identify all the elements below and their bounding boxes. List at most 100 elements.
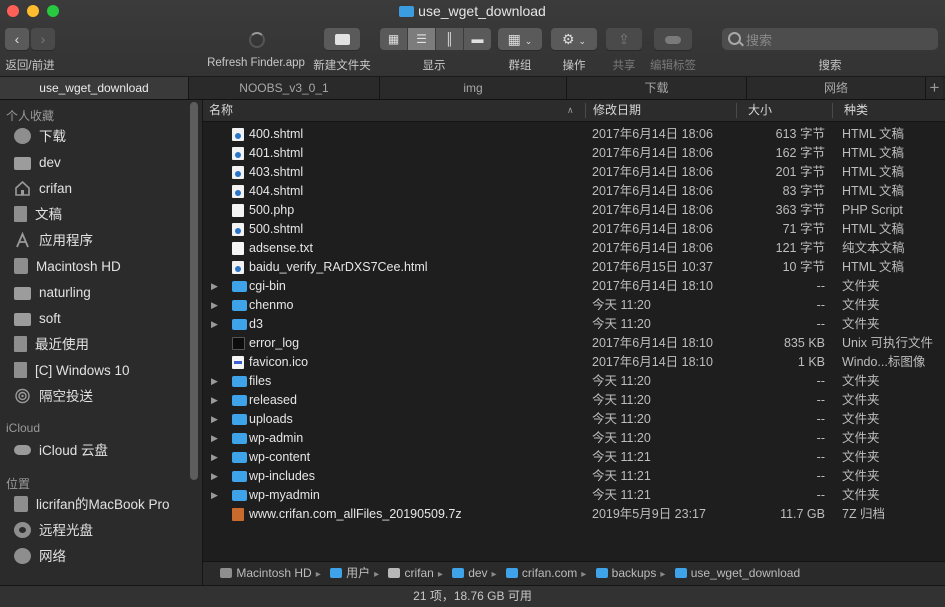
file-kind: Unix 可执行文件	[842, 336, 933, 350]
file-row[interactable]: baidu_verify_RArDXS7Cee.html 2017年6月15日 1…	[203, 258, 945, 277]
folder-icon	[14, 287, 31, 300]
column-view-icon[interactable]: ║	[436, 28, 464, 50]
disclosure-triangle-icon[interactable]: ▶	[211, 467, 221, 486]
folder-row[interactable]: ▶ wp-admin 今天 11:20 -- 文件夹	[203, 429, 945, 448]
folder-row[interactable]: ▶ cgi-bin 2017年6月14日 18:10 -- 文件夹	[203, 277, 945, 296]
file-row[interactable]: 500.shtml 2017年6月14日 18:06 71 字节 HTML 文稿	[203, 220, 945, 239]
path-backups[interactable]: backups	[595, 562, 656, 585]
tab-downloads[interactable]: 下载	[567, 77, 747, 99]
file-kind: HTML 文稿	[842, 127, 905, 141]
edit-tags-button[interactable]	[654, 28, 692, 50]
file-row[interactable]: adsense.txt 2017年6月14日 18:06 121 字节 纯文本文稿	[203, 239, 945, 258]
action-button[interactable]: ⚙ ⌄	[551, 28, 597, 50]
share-button[interactable]: ⇪	[606, 28, 642, 50]
file-row[interactable]: www.crifan.com_allFiles_20190509.7z 2019年…	[203, 505, 945, 524]
sidebar-item-naturling[interactable]: naturling	[14, 281, 91, 305]
column-divider[interactable]	[832, 103, 833, 118]
search-field[interactable]	[722, 28, 938, 50]
tab-noobs[interactable]: NOOBS_v3_0_1	[189, 77, 380, 99]
back-forward-label: 返回/前进	[5, 60, 55, 72]
disclosure-triangle-icon[interactable]: ▶	[211, 296, 221, 315]
share-icon: ⇪	[618, 31, 630, 47]
sidebar-item-remote-disc[interactable]: 远程光盘	[14, 519, 93, 543]
file-row[interactable]: 500.php 2017年6月14日 18:06 363 字节 PHP Script	[203, 201, 945, 220]
file-row[interactable]: error_log 2017年6月14日 18:10 835 KB Unix 可执行文…	[203, 334, 945, 353]
sidebar-item-recents[interactable]: 最近使用	[14, 333, 89, 357]
folder-row[interactable]: ▶ files 今天 11:20 -- 文件夹	[203, 372, 945, 391]
folder-row[interactable]: ▶ chenmo 今天 11:20 -- 文件夹	[203, 296, 945, 315]
disclosure-triangle-icon[interactable]: ▶	[211, 410, 221, 429]
sort-ascending-icon[interactable]: ∧	[567, 100, 574, 121]
sidebar-item-dev[interactable]: dev	[14, 151, 61, 175]
sidebar-item-crifan[interactable]: crifan	[14, 177, 72, 201]
column-size[interactable]: 大小	[748, 100, 772, 121]
column-kind[interactable]: 种类	[844, 100, 868, 121]
sidebar-item-network[interactable]: 网络	[14, 545, 66, 569]
html-file-icon	[232, 147, 244, 160]
sidebar-item-documents[interactable]: 文稿	[14, 203, 62, 227]
file-name: chenmo	[249, 298, 294, 312]
sidebar-item-applications[interactable]: 应用程序	[14, 229, 93, 253]
file-date: 2017年6月14日 18:06	[592, 222, 713, 236]
file-kind: 文件夹	[842, 279, 880, 293]
column-name[interactable]: 名称	[209, 100, 233, 121]
file-name: wp-admin	[249, 431, 304, 445]
disclosure-triangle-icon[interactable]: ▶	[211, 448, 221, 467]
sidebar-scrollbar[interactable]	[190, 102, 198, 480]
view-mode-selector[interactable]: ▦ ☰ ║ ▬	[380, 28, 491, 50]
path-use-wget-download[interactable]: use_wget_download	[674, 562, 800, 585]
file-size: --	[816, 393, 825, 407]
tab-bar: use_wget_download NOOBS_v3_0_1 img 下载 网络…	[0, 77, 945, 100]
column-date[interactable]: 修改日期	[593, 100, 641, 121]
sidebar-item-soft[interactable]: soft	[14, 307, 61, 331]
tab-use-wget-download[interactable]: use_wget_download	[0, 77, 189, 99]
list-view-icon[interactable]: ☰	[408, 28, 436, 50]
file-row[interactable]: 401.shtml 2017年6月14日 18:06 162 字节 HTML 文稿	[203, 144, 945, 163]
back-button[interactable]: ‹	[5, 28, 29, 50]
tab-img[interactable]: img	[380, 77, 567, 99]
cloud-icon	[14, 445, 31, 455]
sidebar-item-macbook[interactable]: licrifan的MacBook Pro	[14, 493, 170, 517]
folder-row[interactable]: ▶ wp-includes 今天 11:21 -- 文件夹	[203, 467, 945, 486]
tab-network[interactable]: 网络	[747, 77, 926, 99]
new-folder-button[interactable]	[324, 28, 360, 50]
folder-icon	[232, 414, 247, 425]
path-crifan[interactable]: crifan	[388, 562, 434, 585]
folder-row[interactable]: ▶ wp-myadmin 今天 11:21 -- 文件夹	[203, 486, 945, 505]
file-row[interactable]: favicon.ico 2017年6月14日 18:10 1 KB Windo...标…	[203, 353, 945, 372]
folder-row[interactable]: ▶ d3 今天 11:20 -- 文件夹	[203, 315, 945, 334]
path-crifan-com[interactable]: crifan.com	[505, 562, 577, 585]
file-row[interactable]: 403.shtml 2017年6月14日 18:06 201 字节 HTML 文稿	[203, 163, 945, 182]
refresh-spinner-icon[interactable]	[249, 32, 265, 48]
sidebar-item-macintosh-hd[interactable]: Macintosh HD	[14, 255, 121, 279]
column-divider[interactable]	[585, 103, 586, 118]
folder-row[interactable]: ▶ wp-content 今天 11:21 -- 文件夹	[203, 448, 945, 467]
file-row[interactable]: 400.shtml 2017年6月14日 18:06 613 字节 HTML 文稿	[203, 125, 945, 144]
disclosure-triangle-icon[interactable]: ▶	[211, 429, 221, 448]
file-size: 201 字节	[775, 165, 825, 179]
sidebar-item-airdrop[interactable]: 隔空投送	[14, 385, 93, 409]
group-button[interactable]: ▦ ⌄	[498, 28, 542, 50]
disclosure-triangle-icon[interactable]: ▶	[211, 486, 221, 505]
add-tab-button[interactable]: +	[926, 77, 943, 99]
search-input[interactable]	[744, 30, 936, 50]
forward-button[interactable]: ›	[31, 28, 55, 50]
path-macintosh-hd[interactable]: Macintosh HD	[220, 562, 312, 585]
toolbar: use_wget_download ‹ › 返回/前进 Refresh Find…	[0, 0, 945, 77]
gallery-view-icon[interactable]: ▬	[464, 28, 491, 50]
disclosure-triangle-icon[interactable]: ▶	[211, 277, 221, 296]
column-divider[interactable]	[736, 103, 737, 118]
sidebar-item-windows10[interactable]: [C] Windows 10	[14, 359, 130, 383]
folder-row[interactable]: ▶ released 今天 11:20 -- 文件夹	[203, 391, 945, 410]
disclosure-triangle-icon[interactable]: ▶	[211, 391, 221, 410]
path-users[interactable]: 用户	[330, 562, 370, 585]
icon-view-icon[interactable]: ▦	[380, 28, 408, 50]
disclosure-triangle-icon[interactable]: ▶	[211, 372, 221, 391]
refresh-finder-label[interactable]: Refresh Finder.app	[206, 57, 306, 69]
path-dev[interactable]: dev	[452, 562, 488, 585]
sidebar-item-icloud-drive[interactable]: iCloud 云盘	[14, 439, 108, 463]
folder-row[interactable]: ▶ uploads 今天 11:20 -- 文件夹	[203, 410, 945, 429]
disclosure-triangle-icon[interactable]: ▶	[211, 315, 221, 334]
file-row[interactable]: 404.shtml 2017年6月14日 18:06 83 字节 HTML 文稿	[203, 182, 945, 201]
sidebar-item-downloads[interactable]: 下载	[14, 125, 66, 149]
